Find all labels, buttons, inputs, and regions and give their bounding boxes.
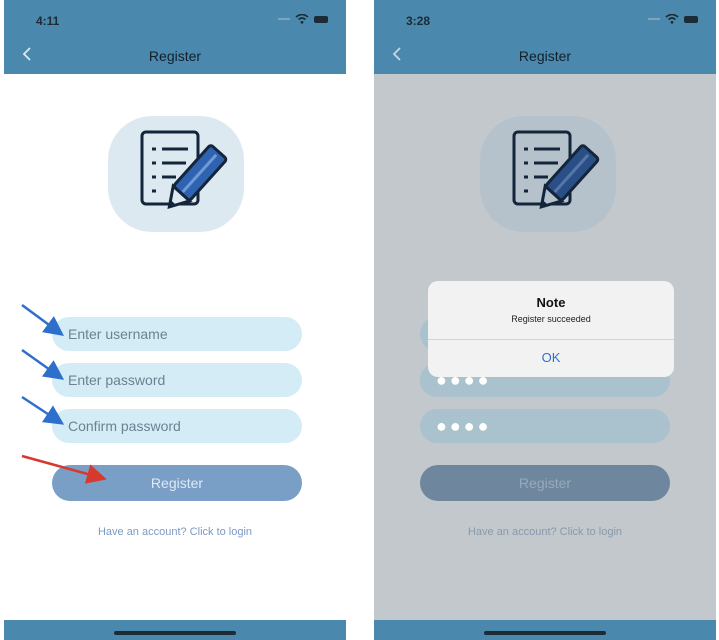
register-screen-right: 3:28 Register ●●●● ●●●● Register Have an…	[374, 0, 716, 640]
register-button[interactable]: Register	[420, 465, 670, 501]
status-time: 3:28	[406, 14, 431, 28]
home-indicator-area	[374, 620, 716, 640]
register-screen-left: 4:11 Register Enter username Enter passw…	[4, 0, 346, 640]
nav-bar: Register	[4, 38, 346, 74]
battery-icon	[684, 15, 698, 23]
confirm-password-input[interactable]: Confirm password	[52, 409, 302, 443]
home-indicator	[114, 631, 236, 635]
login-link[interactable]: Have an account? Click to login	[4, 526, 346, 538]
page-title: Register	[148, 48, 202, 64]
alert-title: Note	[536, 295, 566, 310]
register-button[interactable]: Register	[52, 465, 302, 501]
form-area: Enter username Enter password Confirm pa…	[4, 74, 346, 620]
password-input[interactable]: Enter password	[52, 363, 302, 397]
page-title: Register	[518, 48, 572, 64]
status-bar: 3:28	[374, 0, 716, 38]
home-indicator	[484, 631, 606, 635]
alert-ok-button[interactable]: OK	[428, 339, 674, 377]
confirm-password-input[interactable]: ●●●●	[420, 409, 670, 443]
register-form-pencil-icon	[480, 116, 616, 232]
username-input[interactable]: Enter username	[52, 317, 302, 351]
success-alert-dialog: Note Register succeeded OK	[428, 281, 674, 377]
status-bar: 4:11	[4, 0, 346, 38]
form-area-dimmed: ●●●● ●●●● Register Have an account? Clic…	[374, 74, 716, 620]
status-time: 4:11	[36, 14, 60, 28]
wifi-icon	[295, 14, 309, 24]
signal-icon	[278, 18, 290, 20]
wifi-icon	[665, 14, 679, 24]
nav-bar: Register	[374, 38, 716, 74]
battery-icon	[314, 15, 328, 23]
login-link[interactable]: Have an account? Click to login	[374, 526, 716, 538]
register-form-pencil-icon	[108, 116, 244, 232]
signal-icon	[648, 18, 660, 20]
alert-message: Register succeeded	[511, 314, 591, 324]
home-indicator-area	[4, 620, 346, 640]
